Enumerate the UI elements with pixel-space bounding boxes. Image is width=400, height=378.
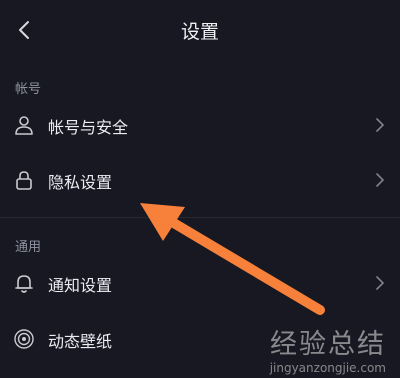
settings-row-account-security[interactable]: 帐号与安全 [0,100,400,152]
section-heading-account: 帐号 [15,82,42,97]
section-heading-general: 通用 [15,240,42,255]
settings-row-notifications[interactable]: 通知设置 [0,258,400,310]
settings-row-label: 隐私设置 [48,173,113,192]
settings-row-label: 动态壁纸 [48,332,113,351]
wallpaper-icon [14,329,34,349]
section-divider [0,217,400,218]
user-icon [15,116,33,135]
settings-row-privacy[interactable]: 隐私设置 [0,155,400,207]
chevron-right-icon [376,118,384,132]
settings-row-label: 通知设置 [48,276,113,295]
page-title: 设置 [180,21,219,43]
settings-row-label: 帐号与安全 [48,118,129,137]
watermark-text: 经验总结 [270,329,386,360]
lock-icon [16,171,32,190]
watermark-url: jingyanzongjie.com [269,361,386,375]
chevron-right-icon [376,173,384,187]
chevron-right-icon [376,276,384,290]
watermark: 经验总结 jingyanzongjie.com [270,322,386,375]
bell-icon [15,275,33,293]
top-bar: 设置 [0,0,400,58]
